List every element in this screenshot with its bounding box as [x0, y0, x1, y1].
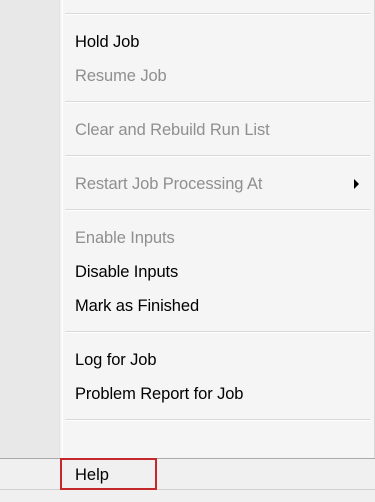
menu-separator: [65, 13, 370, 15]
menu-item-label: Resume Job: [75, 67, 167, 85]
menu-separator: [65, 209, 370, 211]
menu-item-resume-job: Resume Job: [63, 61, 373, 91]
menu-item-enable-inputs: Enable Inputs: [63, 223, 373, 253]
menu-separator: [65, 155, 370, 157]
menu-item-problem-report-for-job[interactable]: Problem Report for Job: [63, 379, 373, 409]
menu-item-label: Log for Job: [75, 351, 157, 369]
help-menu-label: Help: [75, 466, 109, 484]
help-menu-item[interactable]: Help: [60, 458, 157, 490]
menu-item-log-for-job[interactable]: Log for Job: [63, 345, 373, 375]
menu-item-label: Restart Job Processing At: [75, 175, 263, 193]
menu-item-label: Mark as Finished: [75, 297, 200, 315]
menu-item-label: Clear and Rebuild Run List: [75, 121, 270, 139]
menu-item-mark-as-finished[interactable]: Mark as Finished: [63, 291, 373, 321]
menu-item-restart-job-processing-at: Restart Job Processing At: [63, 169, 373, 199]
menu-separator: [65, 101, 370, 103]
menu-icon-gutter: [0, 0, 60, 502]
menu-separator: [65, 331, 370, 333]
submenu-arrow-icon: [354, 179, 359, 189]
menu-item-label: Problem Report for Job: [75, 385, 244, 403]
menu-item-label: Disable Inputs: [75, 263, 179, 281]
menu-separator: [65, 419, 370, 421]
menu-item-label: Hold Job: [75, 33, 140, 51]
context-menu: Hold Job Resume Job Clear and Rebuild Ru…: [0, 0, 375, 502]
menu-bar: [0, 458, 375, 490]
menu-bar-lower-area: [0, 490, 375, 502]
menu-item-clear-and-rebuild-run-list: Clear and Rebuild Run List: [63, 115, 373, 145]
menu-item-disable-inputs[interactable]: Disable Inputs: [63, 257, 373, 287]
menu-item-hold-job[interactable]: Hold Job: [63, 27, 373, 57]
menu-item-label: Enable Inputs: [75, 229, 175, 247]
